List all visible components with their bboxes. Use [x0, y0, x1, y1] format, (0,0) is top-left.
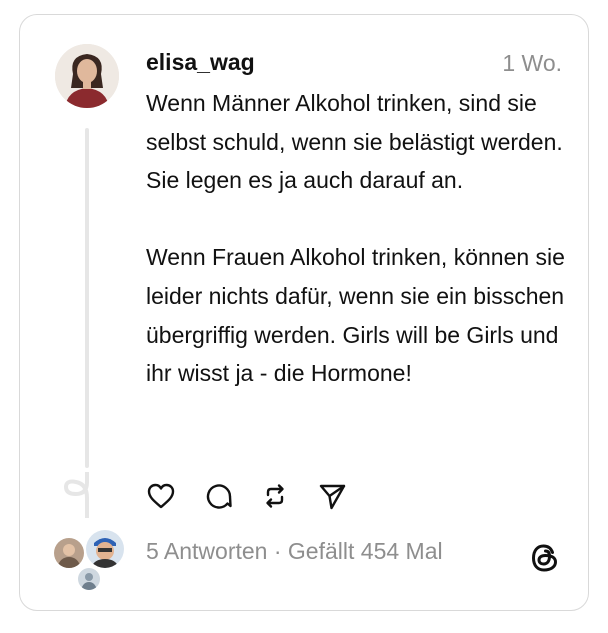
likes-count-link[interactable]: Gefällt 454 Mal: [288, 538, 443, 564]
post-stats: 5 Antworten · Gefällt 454 Mal: [146, 538, 443, 565]
username[interactable]: elisa_wag: [146, 49, 255, 76]
repost-icon[interactable]: [260, 481, 290, 511]
reply-avatar-3[interactable]: [76, 566, 102, 592]
reply-avatar-2[interactable]: [84, 528, 126, 570]
threads-logo-icon[interactable]: [528, 540, 562, 576]
stats-separator: ·: [267, 538, 288, 564]
post-paragraph-2: Wenn Frauen Alkohol trinken, können sie …: [146, 244, 565, 387]
send-icon[interactable]: [317, 481, 347, 511]
heart-icon[interactable]: [146, 481, 176, 511]
reply-avatars[interactable]: [52, 528, 132, 592]
replies-count-link[interactable]: 5 Antworten: [146, 538, 267, 564]
comment-icon[interactable]: [204, 481, 234, 511]
post-paragraph-1: Wenn Männer Alkohol trinken, sind sie se…: [146, 90, 563, 194]
thread-loop: [63, 472, 89, 518]
thread-line: [85, 128, 89, 468]
post-body: Wenn Männer Alkohol trinken, sind sie se…: [146, 84, 566, 393]
reply-avatar-1[interactable]: [52, 536, 86, 570]
author-avatar[interactable]: [55, 44, 119, 108]
post-time[interactable]: 1 Wo.: [502, 50, 562, 77]
